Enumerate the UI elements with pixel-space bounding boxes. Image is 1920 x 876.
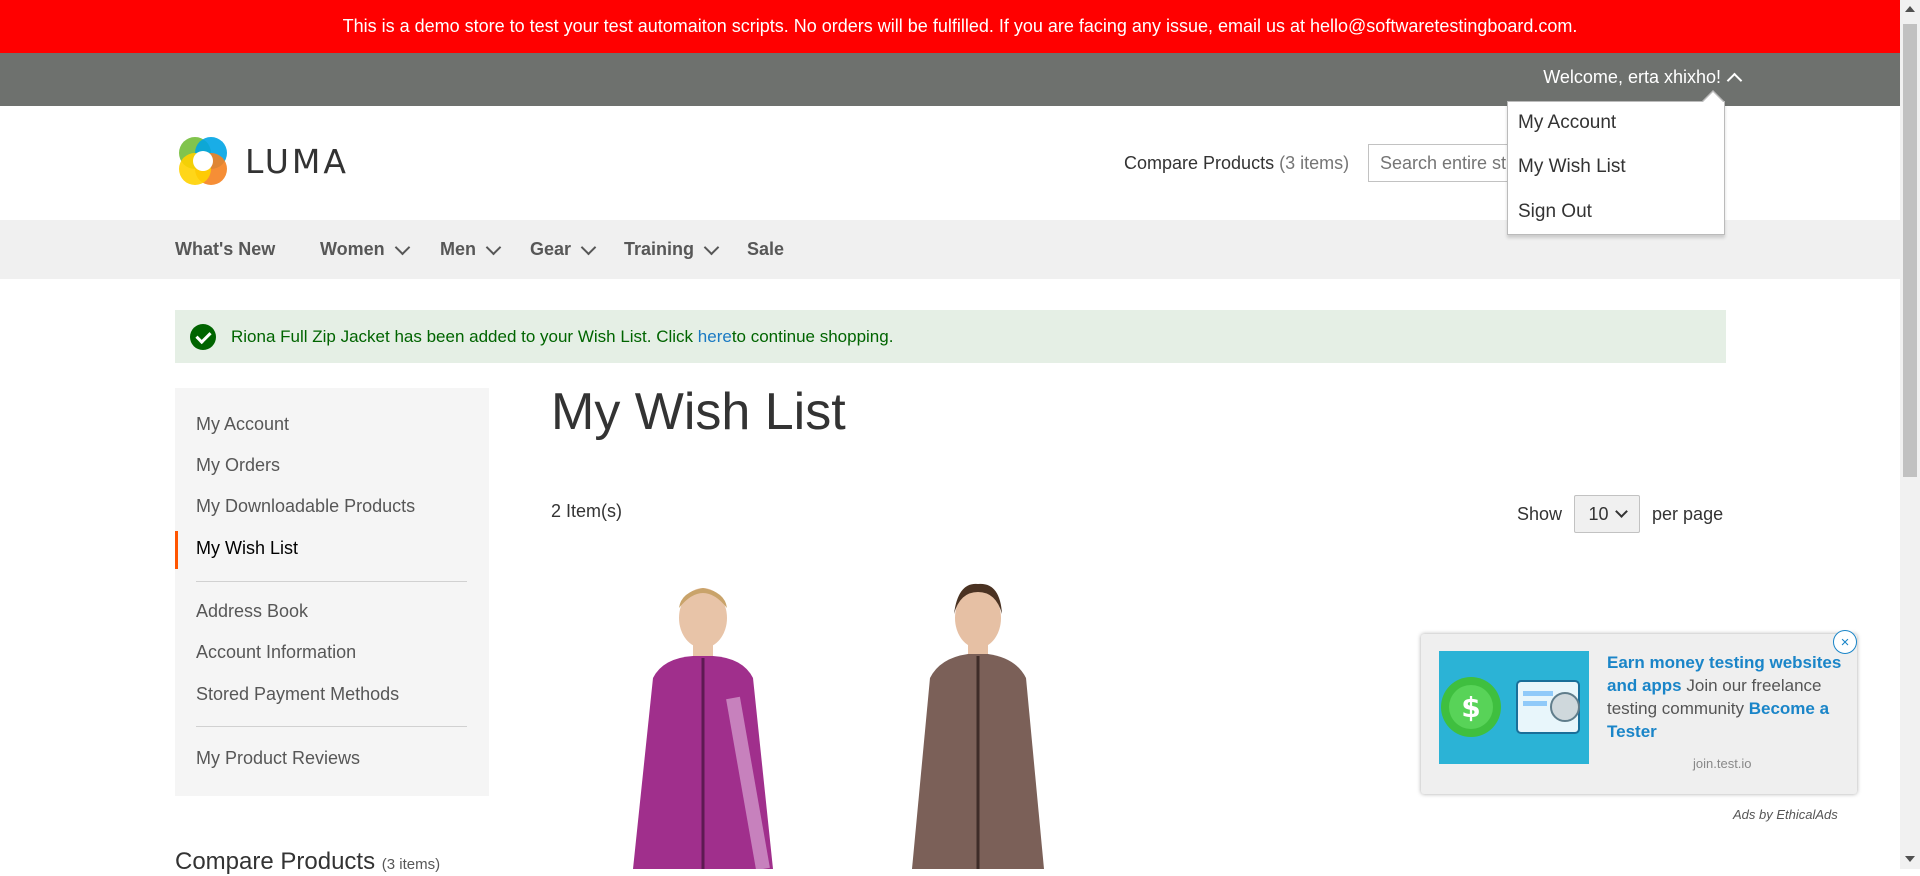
- dropdown-my-wish-list-link[interactable]: My Wish List: [1518, 156, 1626, 178]
- compare-title-count: (3 items): [381, 856, 441, 873]
- show-label: Show: [1517, 503, 1563, 524]
- sidebar-item-address-book[interactable]: Address Book: [196, 601, 308, 622]
- nav-label: Men: [440, 239, 476, 259]
- page-title: My Wish List: [551, 383, 846, 441]
- sidebar-item-my-product-reviews[interactable]: My Product Reviews: [196, 748, 360, 769]
- sidebar-item-my-downloadable-products[interactable]: My Downloadable Products: [196, 496, 415, 517]
- nav-label: What's New: [175, 239, 276, 259]
- logo-text: LUMA: [245, 141, 349, 181]
- product-image-purple-jacket[interactable]: [613, 578, 793, 869]
- per-page-limiter: Show 10 per page: [1517, 495, 1723, 533]
- nav-label: Gear: [530, 239, 572, 259]
- search-input[interactable]: Search entire st: [1368, 144, 1528, 182]
- nav-training[interactable]: Training: [624, 239, 720, 260]
- chevron-down-icon: [1614, 505, 1628, 518]
- nav-men[interactable]: Men: [440, 239, 502, 260]
- current-item-indicator: [175, 531, 178, 569]
- nav-whats-new[interactable]: What's New: [175, 239, 275, 260]
- demo-store-notice-text: This is a demo store to test your test a…: [342, 16, 1578, 36]
- chevron-up-icon[interactable]: [1726, 72, 1743, 89]
- sidebar-item-account-information[interactable]: Account Information: [196, 642, 356, 663]
- compare-products-link[interactable]: Compare Products (3 items): [1124, 153, 1349, 174]
- account-sidebar: My Account My Orders My Downloadable Pro…: [175, 388, 489, 796]
- nav-sale[interactable]: Sale: [747, 239, 784, 260]
- chevron-down-icon: [485, 239, 502, 255]
- nav-label: Women: [320, 239, 385, 259]
- message-text-before: Riona Full Zip Jacket has been added to …: [231, 326, 694, 346]
- nav-label: Training: [624, 239, 695, 259]
- sidebar-divider: [196, 581, 467, 582]
- svg-text:$: $: [1461, 691, 1480, 724]
- sidebar-item-my-orders[interactable]: My Orders: [196, 455, 280, 476]
- customer-welcome-toggle[interactable]: Welcome, erta xhixho!: [1543, 67, 1743, 89]
- search-placeholder: Search entire st: [1380, 152, 1507, 173]
- compare-title-label: Compare Products: [175, 848, 376, 875]
- chevron-down-icon: [394, 239, 410, 255]
- ad-text[interactable]: Earn money testing websites and apps Joi…: [1607, 651, 1847, 743]
- check-circle-icon: [190, 324, 216, 350]
- per-page-value: 10: [1588, 503, 1609, 524]
- dropdown-my-account-link[interactable]: My Account: [1518, 112, 1616, 134]
- item-count: 2 Item(s): [551, 501, 623, 521]
- per-page-select[interactable]: 10: [1574, 495, 1641, 533]
- scroll-down-arrow-icon[interactable]: [1905, 856, 1915, 862]
- continue-shopping-link[interactable]: here: [698, 327, 732, 347]
- scrollbar-thumb[interactable]: [1903, 24, 1917, 477]
- luma-logo-icon: [179, 137, 227, 185]
- sidebar-compare-products-title: Compare Products (3 items): [175, 848, 440, 876]
- chevron-down-icon: [580, 239, 597, 255]
- sidebar-item-my-wish-list: My Wish List: [196, 538, 299, 558]
- dropdown-sign-out-link[interactable]: Sign Out: [1518, 201, 1592, 223]
- nav-women[interactable]: Women: [320, 239, 410, 260]
- account-dropdown: My Account My Wish List Sign Out: [1507, 90, 1725, 235]
- product-image-brown-jacket[interactable]: [888, 578, 1068, 869]
- welcome-text: Welcome, erta xhixho!: [1543, 67, 1721, 87]
- ad-image[interactable]: $: [1439, 651, 1589, 764]
- message-text-after: to continue shopping.: [731, 326, 894, 346]
- sidebar-divider: [196, 726, 467, 727]
- ad-attribution-link[interactable]: Ads by EthicalAds: [1733, 807, 1838, 822]
- per-page-label: per page: [1652, 503, 1724, 524]
- logo[interactable]: LUMA: [175, 133, 349, 189]
- success-message: Riona Full Zip Jacket has been added to …: [175, 310, 1726, 363]
- chevron-down-icon: [703, 239, 720, 255]
- compare-products-label: Compare Products: [1124, 153, 1275, 173]
- sidebar-item-my-account[interactable]: My Account: [196, 414, 289, 435]
- scroll-up-arrow-icon[interactable]: [1905, 6, 1915, 12]
- nav-gear[interactable]: Gear: [530, 239, 597, 260]
- compare-products-count: (3 items): [1279, 153, 1350, 173]
- ad-domain: join.test.io: [1693, 756, 1752, 771]
- sidebar-item-stored-payment-methods[interactable]: Stored Payment Methods: [196, 684, 399, 705]
- demo-store-notice: This is a demo store to test your test a…: [0, 0, 1920, 53]
- nav-label: Sale: [747, 239, 785, 259]
- close-icon[interactable]: ×: [1833, 630, 1857, 654]
